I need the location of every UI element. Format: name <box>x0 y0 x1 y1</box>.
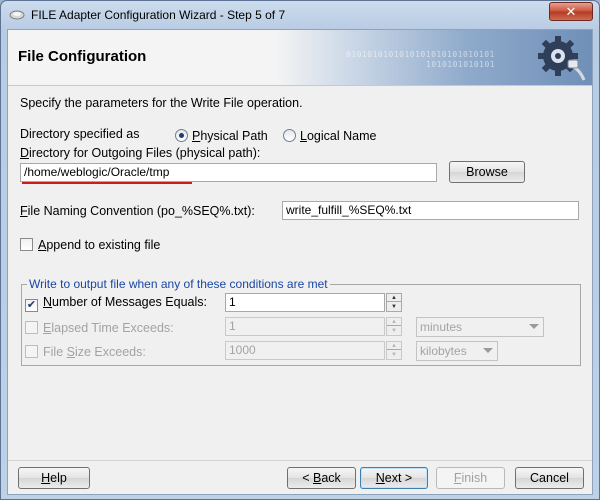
wizard-header: File Configuration 010101010101010101010… <box>8 30 592 86</box>
checkbox-label: Append to existing file <box>38 238 161 252</box>
spinner-down-icon[interactable]: ▼ <box>387 351 401 359</box>
checkbox-label: Number of Messages Equals: <box>43 295 207 309</box>
intro-text: Specify the parameters for the Write Fil… <box>20 96 303 110</box>
radio-logical-name[interactable]: Logical Name <box>283 129 376 143</box>
radio-label: Logical Name <box>300 129 377 143</box>
page-title: File Configuration <box>18 48 147 65</box>
close-icon: ✕ <box>565 4 577 19</box>
checkbox-disabled[interactable] <box>25 345 38 358</box>
file-size-checkbox[interactable]: File Size Exceeds: <box>25 345 146 359</box>
elapsed-time-spinner[interactable]: ▲ ▼ <box>386 317 402 336</box>
messages-count-checkbox[interactable]: ✔ Number of Messages Equals: <box>25 295 207 312</box>
file-size-unit-select[interactable]: kilobytes <box>416 341 498 361</box>
elapsed-time-checkbox[interactable]: Elapsed Time Exceeds: <box>25 321 174 335</box>
finish-button[interactable]: Finish <box>436 467 505 489</box>
checkbox-label: Elapsed Time Exceeds: <box>43 321 174 335</box>
naming-convention-input[interactable]: write_fulfill_%SEQ%.txt <box>282 201 579 220</box>
gear-plug-icon <box>538 36 586 81</box>
close-button[interactable]: ✕ <box>549 2 593 21</box>
checkbox[interactable] <box>20 238 33 251</box>
footer-separator <box>8 460 592 461</box>
spinner-up-icon[interactable]: ▲ <box>387 294 401 302</box>
append-checkbox[interactable]: Append to existing file <box>20 238 160 252</box>
elapsed-time-unit-select[interactable]: minutes <box>416 317 544 337</box>
checkbox-disabled[interactable] <box>25 321 38 334</box>
naming-convention-label: File Naming Convention (po_%SEQ%.txt): <box>20 204 255 218</box>
messages-count-spinner[interactable]: ▲ ▼ <box>386 293 402 312</box>
app-icon <box>9 10 25 20</box>
file-size-spinner[interactable]: ▲ ▼ <box>386 341 402 360</box>
chevron-down-icon <box>529 324 539 329</box>
spinner-up-icon[interactable]: ▲ <box>387 342 401 350</box>
file-size-input[interactable]: 1000 <box>225 341 385 360</box>
radio-physical-path[interactable]: Physical Path <box>175 129 268 143</box>
chevron-down-icon <box>483 348 493 353</box>
title-bar[interactable]: FILE Adapter Configuration Wizard - Step… <box>1 1 599 29</box>
next-button[interactable]: Next > <box>360 467 428 489</box>
cancel-button[interactable]: Cancel <box>515 467 584 489</box>
window-title: FILE Adapter Configuration Wizard - Step… <box>31 8 286 22</box>
binary-decoration: 0101010101010101010101010101 <box>346 50 495 59</box>
header-banner: 0101010101010101010101010101 10101010101… <box>276 30 592 85</box>
radio-button-checked[interactable] <box>175 129 188 142</box>
radio-button[interactable] <box>283 129 296 142</box>
directory-spec-label: Directory specified as <box>20 127 140 141</box>
conditions-legend: Write to output file when any of these c… <box>27 277 330 291</box>
outgoing-directory-input[interactable]: /home/weblogic/Oracle/tmp <box>20 163 437 182</box>
binary-decoration: 1010101010101 <box>426 60 496 69</box>
checkbox-checked[interactable]: ✔ <box>25 299 38 312</box>
checkbox-label: File Size Exceeds: <box>43 345 146 359</box>
spinner-down-icon[interactable]: ▼ <box>387 303 401 311</box>
elapsed-time-input[interactable]: 1 <box>225 317 385 336</box>
outgoing-directory-label: Directory for Outgoing Files (physical p… <box>20 146 261 160</box>
browse-button[interactable]: Browse <box>449 161 525 183</box>
help-button[interactable]: Help <box>18 467 90 489</box>
annotation-underline <box>22 182 192 184</box>
spinner-down-icon[interactable]: ▼ <box>387 327 401 335</box>
messages-count-input[interactable]: 1 <box>225 293 385 312</box>
spinner-up-icon[interactable]: ▲ <box>387 318 401 326</box>
back-button[interactable]: < Back <box>287 467 356 489</box>
radio-label: Physical Path <box>192 129 268 143</box>
wizard-body: File Configuration 010101010101010101010… <box>7 29 593 495</box>
wizard-window: FILE Adapter Configuration Wizard - Step… <box>0 0 600 500</box>
